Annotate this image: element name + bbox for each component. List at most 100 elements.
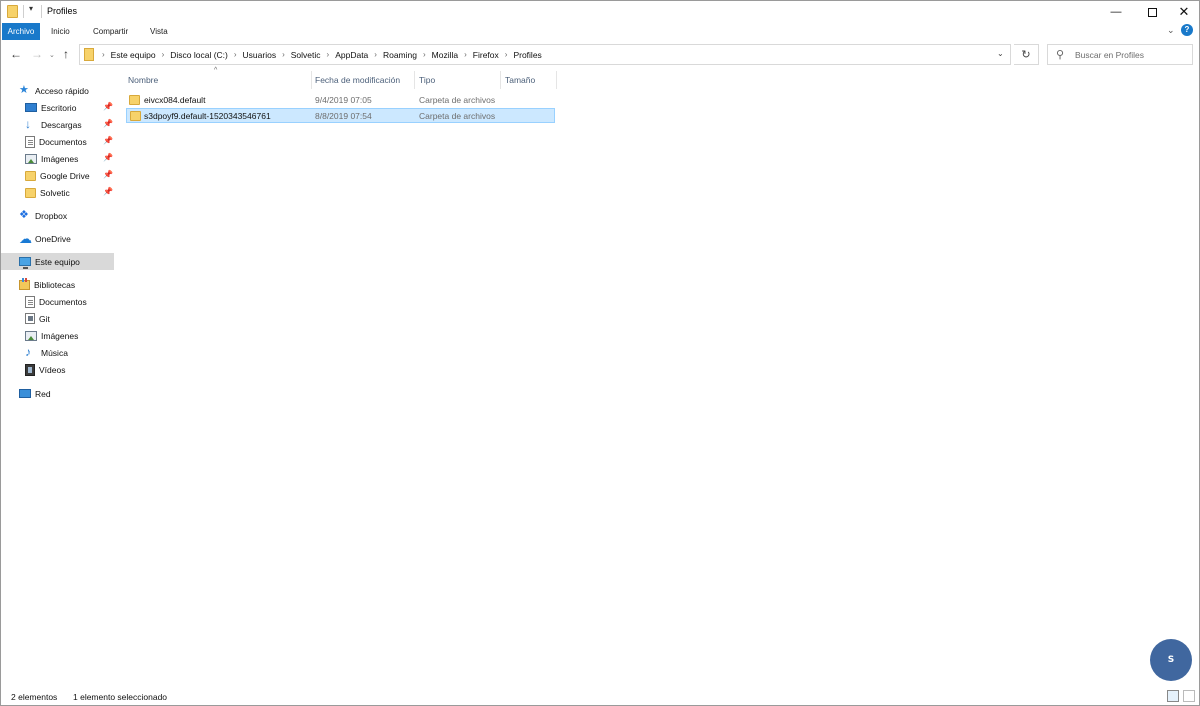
ribbon-tabs: Archivo Inicio Compartir Vista ⌄ ? (1, 23, 1199, 40)
sidebar-item-red[interactable]: Red (1, 385, 114, 402)
search-input[interactable] (1075, 48, 1187, 62)
network-icon (19, 389, 31, 398)
breadcrumb-chevron-icon[interactable]: › (327, 50, 330, 59)
recent-locations-chevron-icon[interactable]: ⌄ (49, 50, 55, 62)
search-box[interactable]: ⚲ (1047, 44, 1193, 65)
git-icon (25, 313, 35, 324)
pin-icon[interactable]: 📌 (103, 170, 113, 179)
refresh-icon[interactable]: ↻ (1014, 44, 1039, 65)
sidebar-item-solvetic[interactable]: Solvetic 📌 (1, 184, 114, 201)
help-icon[interactable]: ? (1181, 24, 1193, 36)
breadcrumb-item[interactable]: Este equipo (111, 50, 156, 60)
breadcrumb-item[interactable]: Disco local (C:) (170, 50, 228, 60)
breadcrumb-chevron-icon[interactable]: › (374, 50, 377, 59)
expand-ribbon-icon[interactable]: ⌄ (1167, 25, 1175, 36)
folder-icon (129, 95, 140, 105)
tab-inicio[interactable]: Inicio (45, 23, 76, 40)
breadcrumb-chevron-icon[interactable]: › (423, 50, 426, 59)
sidebar-item-label: Escritorio (41, 102, 77, 113)
breadcrumb-chevron-icon[interactable]: › (234, 50, 237, 59)
sidebar-item-imagenes[interactable]: Imágenes 📌 (1, 150, 114, 167)
tab-archivo[interactable]: Archivo (2, 23, 40, 40)
pin-icon[interactable]: 📌 (103, 119, 113, 128)
sidebar-item-descargas[interactable]: ↓ Descargas 📌 (1, 116, 114, 133)
sidebar-item-label: Acceso rápido (35, 85, 89, 96)
breadcrumb-item[interactable]: Mozilla (432, 50, 458, 60)
breadcrumb-item[interactable]: Solvetic (291, 50, 321, 60)
sidebar-item-onedrive[interactable]: ☁ OneDrive (1, 230, 114, 247)
library-icon (19, 277, 30, 290)
sidebar-item-label: Git (39, 313, 50, 324)
table-row[interactable]: eivcx084.default 9/4/2019 07:05 Carpeta … (126, 93, 555, 108)
video-icon (25, 363, 35, 376)
breadcrumb-chevron-icon[interactable]: › (282, 50, 285, 59)
details-view-icon[interactable] (1167, 690, 1179, 702)
pin-icon[interactable]: 📌 (103, 187, 113, 196)
column-header-tipo[interactable]: Tipo (415, 71, 501, 89)
breadcrumb-item[interactable]: Profiles (513, 50, 541, 60)
file-date: 9/4/2019 07:05 (315, 95, 372, 105)
up-arrow-icon[interactable]: ↑ (63, 48, 69, 60)
pictures-icon (25, 330, 37, 341)
document-icon (25, 135, 35, 148)
sidebar-item-lib-documentos[interactable]: Documentos (1, 293, 114, 310)
column-header-fecha[interactable]: Fecha de modificación (311, 71, 415, 89)
breadcrumb-chevron-icon[interactable]: › (162, 50, 165, 59)
file-date: 8/8/2019 07:54 (315, 111, 372, 121)
pin-icon[interactable]: 📌 (103, 136, 113, 145)
window-title: Profiles (47, 6, 78, 16)
sidebar-item-musica[interactable]: ♪ Música (1, 344, 114, 361)
explorer-window: ▾ Profiles — ✕ Archivo Inicio Compartir … (0, 0, 1200, 706)
close-button[interactable]: ✕ (1167, 1, 1200, 23)
table-row[interactable]: s3dpoyf9.default-1520343546761 8/8/2019 … (126, 108, 555, 123)
sidebar-item-label: Imágenes (41, 153, 79, 164)
sidebar-item-documentos[interactable]: Documentos 📌 (1, 133, 114, 150)
quick-access-toolbar-dropdown-icon[interactable]: ▾ (29, 4, 33, 13)
music-icon: ♪ (25, 345, 31, 359)
maximize-icon (1147, 7, 1157, 17)
tab-compartir[interactable]: Compartir (87, 23, 134, 40)
sidebar-item-label: Google Drive (40, 170, 90, 181)
minimize-button[interactable]: — (1099, 1, 1133, 23)
folder-icon (84, 48, 94, 61)
sidebar-item-escritorio[interactable]: Escritorio 📌 (1, 99, 114, 116)
download-icon: ↓ (25, 117, 31, 131)
sidebar-item-label: Imágenes (41, 330, 79, 341)
tab-vista[interactable]: Vista (144, 23, 174, 40)
breadcrumb-item[interactable]: AppData (335, 50, 368, 60)
address-dropdown-icon[interactable]: ⌄ (997, 49, 1004, 58)
breadcrumb-item[interactable]: Roaming (383, 50, 417, 60)
folder-icon[interactable] (7, 5, 18, 18)
file-name[interactable]: s3dpoyf9.default-1520343546761 (144, 110, 271, 123)
column-header-tamano[interactable]: Tamaño (501, 71, 557, 89)
pin-icon[interactable]: 📌 (103, 102, 113, 111)
file-name[interactable]: eivcx084.default (144, 94, 205, 107)
maximize-button[interactable] (1135, 1, 1169, 23)
breadcrumb-chevron-icon[interactable]: › (464, 50, 467, 59)
folder-icon (25, 170, 36, 181)
search-icon: ⚲ (1056, 49, 1065, 61)
sidebar-item-videos[interactable]: Vídeos (1, 361, 114, 378)
breadcrumb-chevron-icon[interactable]: › (505, 50, 508, 59)
sidebar-item-label: Red (35, 388, 51, 399)
folder-icon (130, 111, 141, 121)
sidebar-item-git[interactable]: Git (1, 310, 114, 327)
forward-arrow-icon[interactable]: → (31, 48, 43, 60)
navigation-pane: ★ Acceso rápido Escritorio 📌 ↓ Descargas… (1, 73, 119, 683)
column-header-nombre[interactable]: Nombre (124, 71, 312, 89)
sidebar-item-label: Dropbox (35, 210, 68, 221)
sidebar-item-acceso-rapido[interactable]: ★ Acceso rápido (1, 82, 114, 99)
sidebar-item-google-drive[interactable]: Google Drive 📌 (1, 167, 114, 184)
breadcrumb-item[interactable]: Firefox (473, 50, 499, 60)
sidebar-item-bibliotecas[interactable]: Bibliotecas (1, 276, 114, 293)
back-arrow-icon[interactable]: ← (10, 48, 22, 60)
breadcrumb-item[interactable]: Usuarios (243, 50, 277, 60)
large-icons-view-icon[interactable] (1183, 690, 1195, 702)
sidebar-item-label: Descargas (41, 119, 82, 130)
breadcrumb-chevron-icon[interactable]: › (102, 50, 105, 59)
sidebar-item-dropbox[interactable]: ❖ Dropbox (1, 207, 114, 224)
pin-icon[interactable]: 📌 (103, 153, 113, 162)
sidebar-item-este-equipo[interactable]: Este equipo (1, 253, 114, 270)
address-bar[interactable]: › Este equipo › Disco local (C:) › Usuar… (79, 44, 1011, 65)
sidebar-item-lib-imagenes[interactable]: Imágenes (1, 327, 114, 344)
